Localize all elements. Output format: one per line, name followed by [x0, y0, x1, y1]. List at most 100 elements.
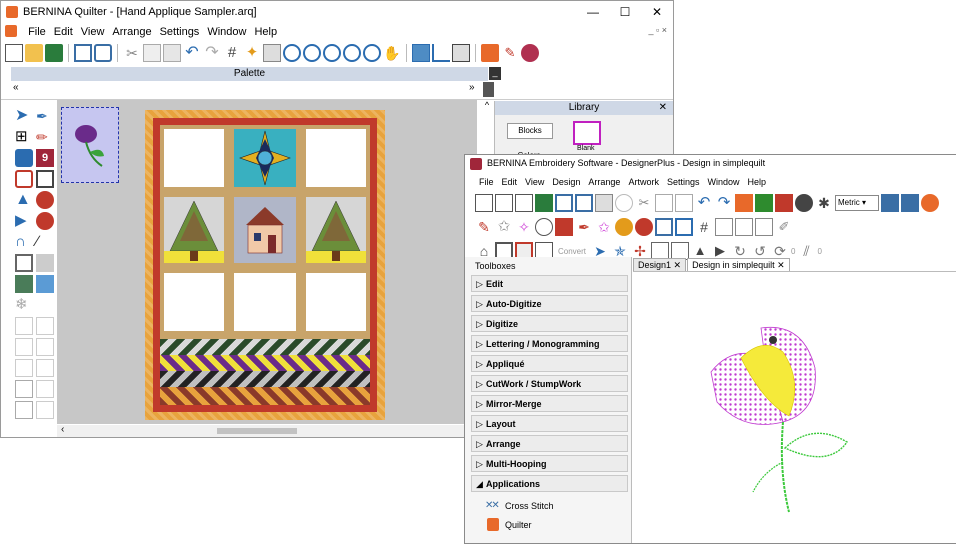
grid-tool-icon[interactable]: ⊞: [15, 128, 33, 146]
emb-grid-icon[interactable]: [655, 218, 673, 236]
paste-icon[interactable]: [163, 44, 181, 62]
emb-new-icon[interactable]: [475, 194, 493, 212]
eyedropper-icon[interactable]: ✒: [36, 107, 54, 125]
emb-send-icon[interactable]: [595, 194, 613, 212]
emb-open-icon[interactable]: [515, 194, 533, 212]
block-mariners-compass[interactable]: [234, 129, 296, 187]
toolbox-layout[interactable]: ▷ Layout: [471, 415, 628, 432]
emb-star-icon[interactable]: ✩: [495, 218, 513, 236]
zoom-fit-icon[interactable]: [343, 44, 361, 62]
chart-icon[interactable]: [432, 44, 450, 62]
emb-brush-icon[interactable]: ✐: [775, 218, 793, 236]
star-block-icon[interactable]: ✦: [243, 44, 261, 62]
toolbox-appliqu[interactable]: ▷ Appliqué: [471, 355, 628, 372]
select-arrow-icon[interactable]: ➤: [15, 107, 33, 125]
redo-icon[interactable]: ↷: [203, 44, 221, 62]
page-icon[interactable]: [263, 44, 281, 62]
tab-design-in-simplequilt[interactable]: Design in simplequilt ✕: [687, 258, 790, 271]
block-tree-right[interactable]: [306, 197, 366, 263]
toolbox-auto-digitize[interactable]: ▷ Auto-Digitize: [471, 295, 628, 312]
palette-scroll-left[interactable]: «: [13, 82, 19, 93]
triangle-icon[interactable]: ▲: [15, 191, 33, 209]
menu-file[interactable]: File: [24, 23, 50, 41]
toolbox-cutwork-stumpwork[interactable]: ▷ CutWork / StumpWork: [471, 375, 628, 392]
maximize-button[interactable]: ☐: [609, 1, 641, 23]
block-blank-4[interactable]: [234, 273, 296, 331]
tab-simplequilt-close[interactable]: ✕: [777, 260, 785, 270]
block-house[interactable]: [234, 197, 296, 263]
block-blank-3[interactable]: [164, 273, 224, 331]
close-button[interactable]: ✕: [641, 1, 673, 23]
trash-icon[interactable]: [483, 82, 494, 97]
palette-minimize-button[interactable]: _: [489, 67, 501, 80]
toolbox-lettering-monogramming[interactable]: ▷ Lettering / Monogramming: [471, 335, 628, 352]
emb-star-2-icon[interactable]: ✩: [595, 218, 613, 236]
menu-edit[interactable]: Edit: [50, 23, 77, 41]
layout-icon[interactable]: [412, 44, 430, 62]
tab-design1[interactable]: Design1 ✕: [633, 258, 687, 271]
emb-print-icon[interactable]: [555, 194, 573, 212]
emb-menu-artwork[interactable]: Artwork: [624, 174, 663, 190]
emb-tools-icon[interactable]: ✱: [815, 194, 833, 212]
emb-flower-icon[interactable]: [635, 218, 653, 236]
emb-art-icon[interactable]: [615, 218, 633, 236]
menu-settings[interactable]: Settings: [156, 23, 204, 41]
frame-icon[interactable]: [15, 254, 33, 272]
pan-hand-icon[interactable]: ✋: [383, 44, 401, 62]
emb-menu-arrange[interactable]: Arrange: [584, 174, 624, 190]
tab-design1-close[interactable]: ✕: [674, 260, 682, 270]
hscroll-left[interactable]: ‹: [61, 424, 64, 435]
node-icon[interactable]: [15, 170, 33, 188]
emb-new-template-icon[interactable]: [495, 194, 513, 212]
block-design-icon[interactable]: [452, 44, 470, 62]
new-file-icon[interactable]: [5, 44, 23, 62]
line-icon[interactable]: ∕: [36, 233, 54, 251]
grid-icon[interactable]: #: [223, 44, 241, 62]
embroidery-tool-icon[interactable]: 9: [36, 149, 54, 167]
emb-hoop-icon[interactable]: [735, 194, 753, 212]
embroidery-canvas[interactable]: [633, 271, 956, 543]
units-dropdown[interactable]: Metric ▾: [835, 195, 879, 211]
globe-2-icon[interactable]: [36, 212, 54, 230]
emb-cut-icon[interactable]: ✂: [635, 194, 653, 212]
app-cross-stitch[interactable]: ✕✕ Cross Stitch: [485, 499, 605, 515]
embroidery-icon[interactable]: [521, 44, 539, 62]
emb-menu-view[interactable]: View: [521, 174, 548, 190]
toolbox-mirror-merge[interactable]: ▷ Mirror-Merge: [471, 395, 628, 412]
emb-box-icon[interactable]: [735, 218, 753, 236]
snowflake-icon[interactable]: ❄: [15, 296, 33, 314]
library-blank-swatch[interactable]: [573, 121, 601, 145]
toolbox-applications[interactable]: ◢ Applications: [471, 475, 628, 492]
emb-menu-edit[interactable]: Edit: [498, 174, 522, 190]
emb-color-icon[interactable]: [775, 194, 793, 212]
menu-view[interactable]: View: [77, 23, 109, 41]
toolbox-edit[interactable]: ▷ Edit: [471, 275, 628, 292]
emb-paste-icon[interactable]: [675, 194, 693, 212]
emb-menu-window[interactable]: Window: [703, 174, 743, 190]
emb-hoop-2-icon[interactable]: [755, 194, 773, 212]
emb-menu-help[interactable]: Help: [744, 174, 771, 190]
toolbox-multi-hooping[interactable]: ▷ Multi-Hooping: [471, 455, 628, 472]
pen-icon[interactable]: ✏: [36, 128, 54, 146]
quilt-icon[interactable]: [481, 44, 499, 62]
emb-stitch-icon[interactable]: ✎: [475, 218, 493, 236]
globe-icon[interactable]: [36, 191, 54, 209]
menu-help[interactable]: Help: [250, 23, 281, 41]
print-icon[interactable]: [74, 44, 92, 62]
undo-icon[interactable]: ↶: [183, 44, 201, 62]
zoom-icon[interactable]: [283, 44, 301, 62]
emb-pen-icon[interactable]: ✒: [575, 218, 593, 236]
stitch-icon[interactable]: ✎: [501, 44, 519, 62]
zoom-out-icon[interactable]: [323, 44, 341, 62]
cut-icon[interactable]: ✂: [123, 44, 141, 62]
emb-menu-file[interactable]: File: [475, 174, 498, 190]
emb-box-2-icon[interactable]: [755, 218, 773, 236]
convert-button[interactable]: Convert: [555, 247, 589, 256]
emb-grid-2-icon[interactable]: #: [695, 218, 713, 236]
library-scroll-up[interactable]: ^: [481, 100, 493, 112]
quilter-canvas[interactable]: [57, 100, 477, 424]
play-icon[interactable]: ▶: [15, 212, 33, 230]
pattern-icon[interactable]: [36, 254, 54, 272]
image-icon[interactable]: [36, 275, 54, 293]
library-tab-blocks[interactable]: Blocks: [507, 123, 553, 139]
